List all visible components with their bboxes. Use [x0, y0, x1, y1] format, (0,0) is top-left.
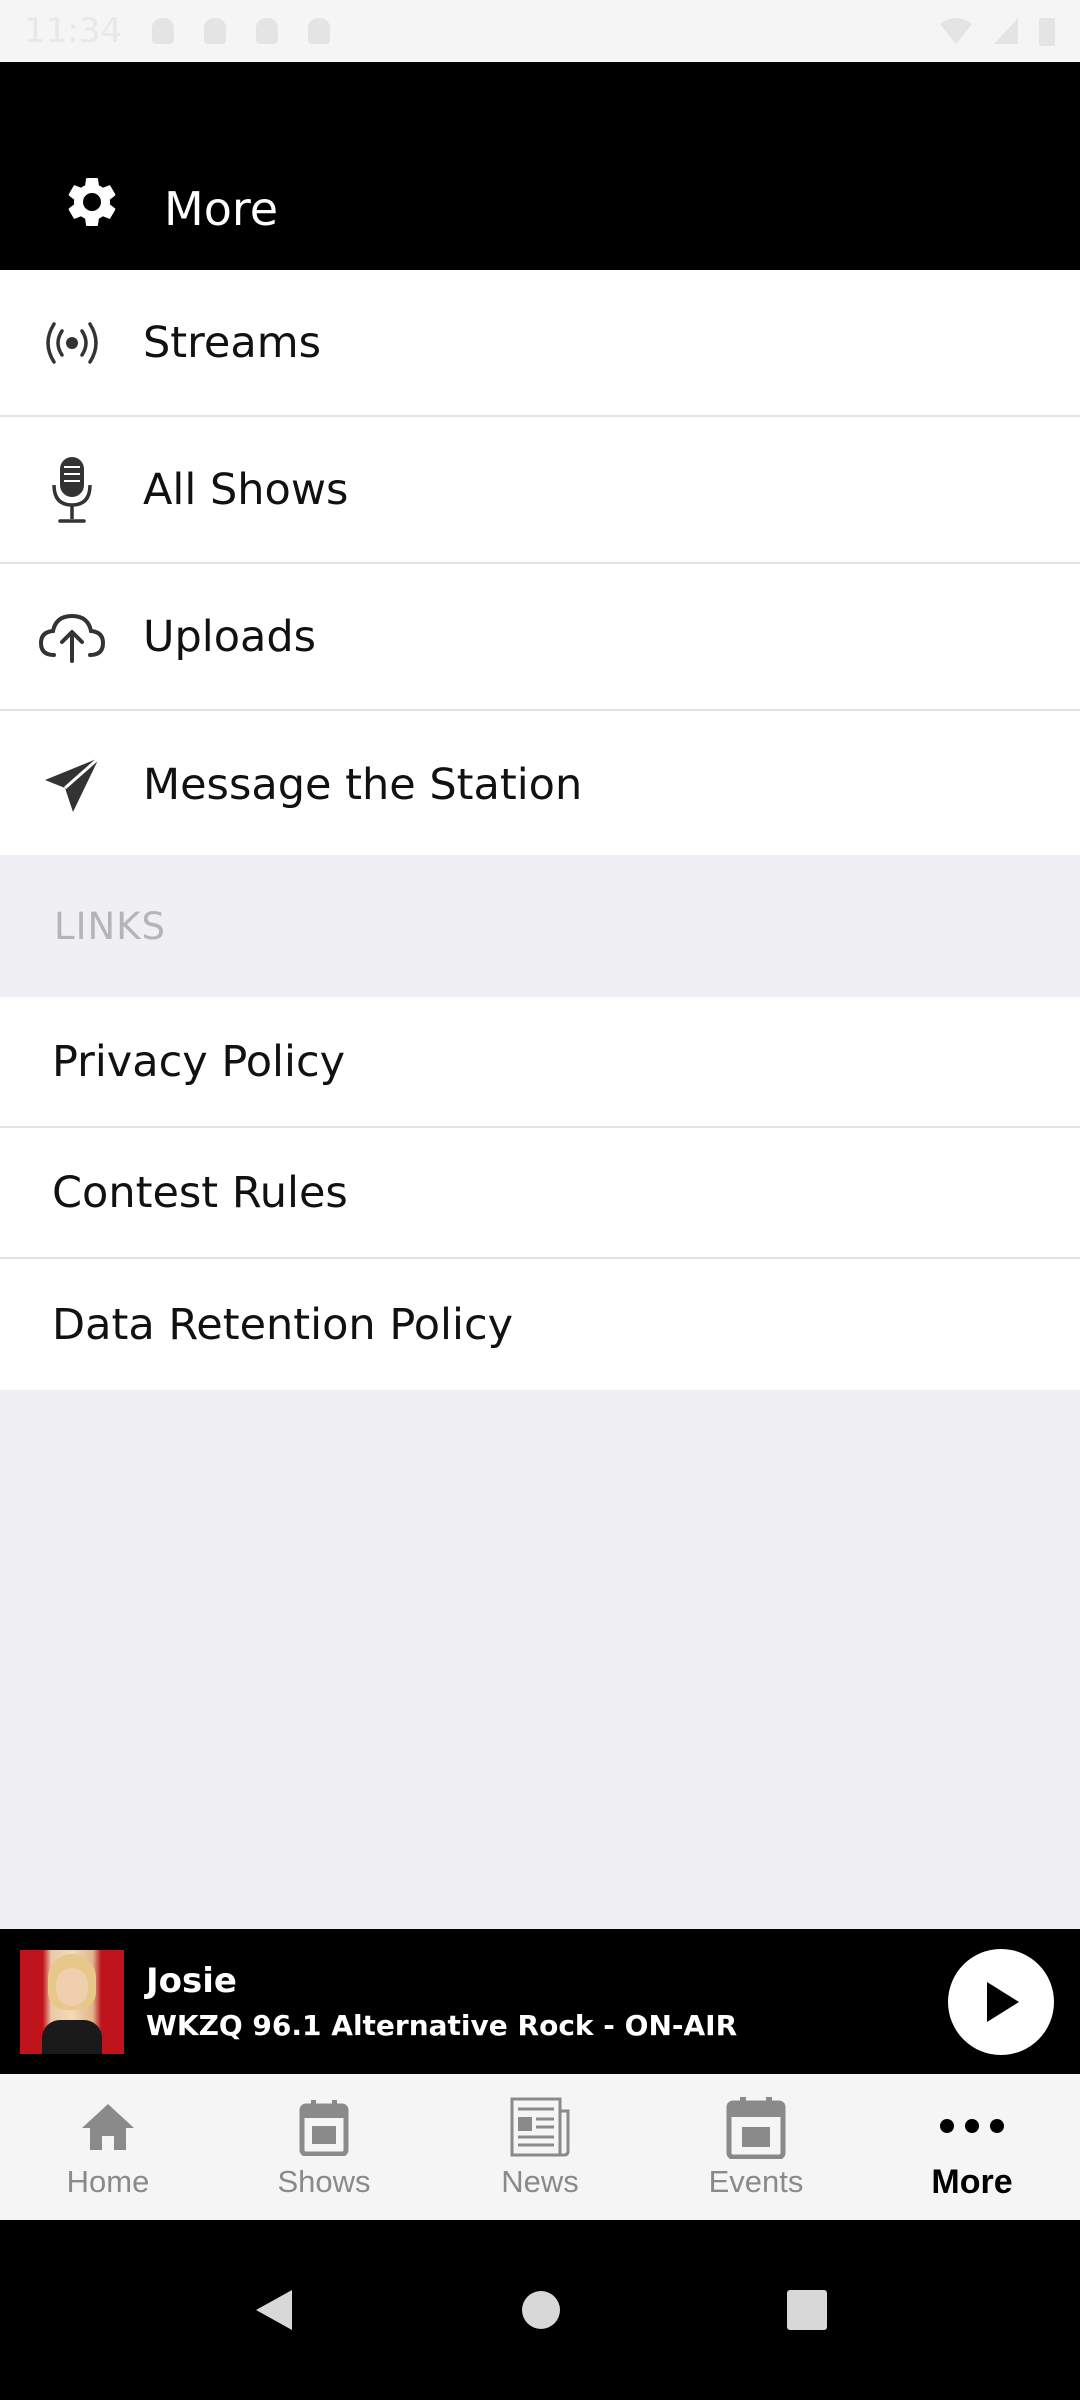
host-avatar — [20, 1949, 124, 2054]
newspaper-icon — [510, 2097, 570, 2157]
broadcast-icon — [45, 321, 98, 364]
menu-item-streams[interactable]: Streams — [0, 270, 1080, 417]
system-navigation-bar — [0, 2220, 1080, 2400]
status-bar: 11:34 — [0, 0, 1080, 62]
now-playing-title: Josie — [146, 1961, 237, 2001]
menu-item-uploads[interactable]: Uploads — [0, 564, 1080, 711]
link-privacy-policy[interactable]: Privacy Policy — [0, 997, 1080, 1128]
links-section-header: LINKS — [0, 855, 1080, 997]
link-label: Contest Rules — [52, 1167, 348, 1218]
tab-label: More — [931, 2162, 1013, 2201]
notification-icon — [151, 18, 174, 44]
now-playing-subtitle: WKZQ 96.1 Alternative Rock - ON-AIR — [146, 2009, 738, 2042]
now-playing-info: Josie WKZQ 96.1 Alternative Rock - ON-AI… — [146, 1961, 948, 2042]
menu-item-label: Streams — [143, 317, 321, 368]
gear-icon — [68, 177, 116, 226]
menu-item-message-station[interactable]: Message the Station — [0, 711, 1080, 858]
link-label: Privacy Policy — [52, 1036, 346, 1087]
link-label: Data Retention Policy — [52, 1299, 514, 1350]
link-data-retention-policy[interactable]: Data Retention Policy — [0, 1259, 1080, 1390]
recents-icon[interactable] — [786, 2289, 828, 2331]
home-icon — [82, 2104, 134, 2150]
signal-icon — [994, 18, 1018, 44]
wifi-icon — [940, 18, 972, 44]
notification-icon — [255, 18, 278, 44]
tab-more[interactable]: More — [864, 2074, 1080, 2220]
home-circle-icon[interactable] — [521, 2290, 561, 2330]
menu-list: Streams All Shows Uploads Message the St… — [0, 270, 1080, 858]
play-button[interactable] — [948, 1948, 1054, 2055]
system-icons — [938, 15, 1056, 47]
tab-label: News — [501, 2164, 579, 2199]
link-contest-rules[interactable]: Contest Rules — [0, 1128, 1080, 1259]
tab-events[interactable]: Events — [648, 2074, 864, 2220]
microphone-icon — [51, 456, 92, 523]
notification-icon — [203, 18, 226, 44]
status-time: 11:34 — [24, 11, 122, 51]
tab-home[interactable]: Home — [0, 2074, 216, 2220]
notification-icons — [151, 18, 330, 44]
app-header: More — [0, 62, 1080, 270]
bottom-tab-bar: Home Shows News Events More — [0, 2074, 1080, 2220]
play-icon — [987, 1981, 1019, 2022]
more-dots-icon — [940, 2118, 1004, 2133]
menu-item-label: Message the Station — [143, 759, 583, 810]
back-icon[interactable] — [252, 2286, 296, 2334]
tab-label: Shows — [277, 2164, 371, 2199]
menu-item-label: All Shows — [143, 464, 349, 515]
tab-news[interactable]: News — [432, 2074, 648, 2220]
links-list: Privacy Policy Contest Rules Data Retent… — [0, 997, 1080, 1390]
calendar-icon — [726, 2097, 786, 2159]
calendar-icon — [299, 2100, 349, 2156]
now-playing-bar[interactable]: Josie WKZQ 96.1 Alternative Rock - ON-AI… — [0, 1929, 1080, 2074]
tab-shows[interactable]: Shows — [216, 2074, 432, 2220]
tab-label: Events — [708, 2164, 804, 2199]
paper-plane-icon — [44, 756, 100, 812]
menu-item-all-shows[interactable]: All Shows — [0, 417, 1080, 564]
battery-icon — [1039, 18, 1055, 46]
notification-icon — [307, 18, 330, 44]
cloud-upload-icon — [38, 613, 105, 663]
menu-item-label: Uploads — [143, 611, 317, 662]
page-title: More — [164, 182, 279, 236]
tab-label: Home — [66, 2164, 150, 2199]
links-header-label: LINKS — [54, 904, 166, 948]
